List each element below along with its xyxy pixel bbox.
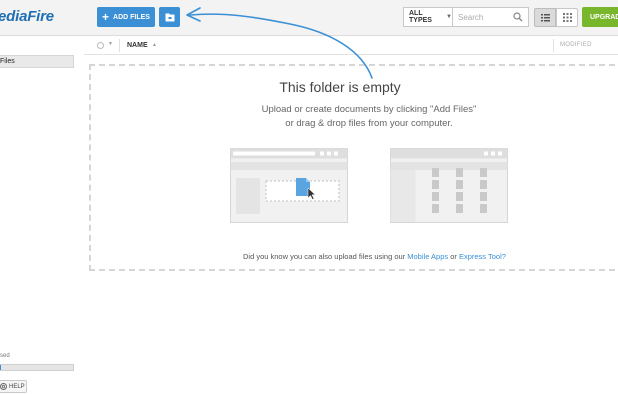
add-files-label: ADD FILES bbox=[113, 13, 150, 21]
new-folder-button[interactable] bbox=[159, 7, 180, 27]
file-type-filter-label: ALL TYPES bbox=[409, 10, 432, 24]
mediafire-logo[interactable]: ediaFire bbox=[0, 8, 54, 25]
column-divider bbox=[119, 39, 120, 52]
file-grid-illustration bbox=[390, 148, 508, 223]
express-tool-link[interactable]: Express Tool? bbox=[459, 252, 506, 261]
top-toolbar: ediaFire + ADD FILES ALL TYPES ▼ Search bbox=[0, 0, 618, 36]
modified-column-header[interactable]: MODIFIED bbox=[560, 42, 592, 48]
mobile-apps-link[interactable]: Mobile Apps bbox=[407, 252, 448, 261]
plus-icon: + bbox=[102, 10, 110, 24]
lifebuoy-icon bbox=[0, 383, 7, 390]
select-all-checkbox[interactable] bbox=[97, 42, 104, 49]
help-label: HELP bbox=[9, 383, 25, 390]
empty-folder-title: This folder is empty bbox=[279, 79, 401, 95]
folder-icon bbox=[165, 13, 174, 21]
mediafire-app: ediaFire + ADD FILES ALL TYPES ▼ Search bbox=[0, 0, 618, 394]
empty-folder-instructions-line1: Upload or create documents by clicking "… bbox=[261, 104, 477, 115]
list-view-icon bbox=[540, 13, 550, 21]
upload-tip-text: Did you know you can also upload files u… bbox=[243, 252, 408, 261]
file-list-header: ▼ NAME ▲ MODIFIED bbox=[84, 36, 618, 55]
upgrade-button[interactable]: UPGRADE bbox=[582, 7, 618, 27]
search-input[interactable]: Search bbox=[452, 7, 529, 27]
add-files-button[interactable]: + ADD FILES bbox=[97, 7, 155, 27]
storage-usage-fill bbox=[0, 365, 2, 370]
help-button[interactable]: HELP bbox=[0, 380, 27, 393]
upload-tip-or: or bbox=[448, 252, 459, 261]
upload-tip: Did you know you can also upload files u… bbox=[243, 252, 506, 261]
search-icon[interactable] bbox=[513, 12, 523, 22]
column-divider bbox=[553, 39, 554, 52]
storage-usage-bar bbox=[0, 364, 74, 371]
file-drop-zone[interactable] bbox=[89, 64, 615, 271]
name-column-header[interactable]: NAME bbox=[127, 42, 148, 49]
search-placeholder: Search bbox=[458, 12, 484, 22]
file-type-filter[interactable]: ALL TYPES ▼ bbox=[403, 7, 453, 27]
drag-drop-illustration bbox=[230, 148, 348, 223]
chevron-down-icon[interactable]: ▼ bbox=[108, 41, 113, 47]
empty-folder-instructions-line2: or drag & drop files from your computer. bbox=[285, 118, 453, 129]
grid-view-button[interactable] bbox=[556, 8, 578, 27]
storage-used-label: sed bbox=[0, 353, 10, 359]
list-view-button[interactable] bbox=[534, 8, 556, 27]
sort-ascending-icon: ▲ bbox=[152, 42, 157, 48]
sidebar-item-my-files[interactable]: Files bbox=[0, 55, 74, 68]
grid-view-icon bbox=[562, 13, 572, 22]
